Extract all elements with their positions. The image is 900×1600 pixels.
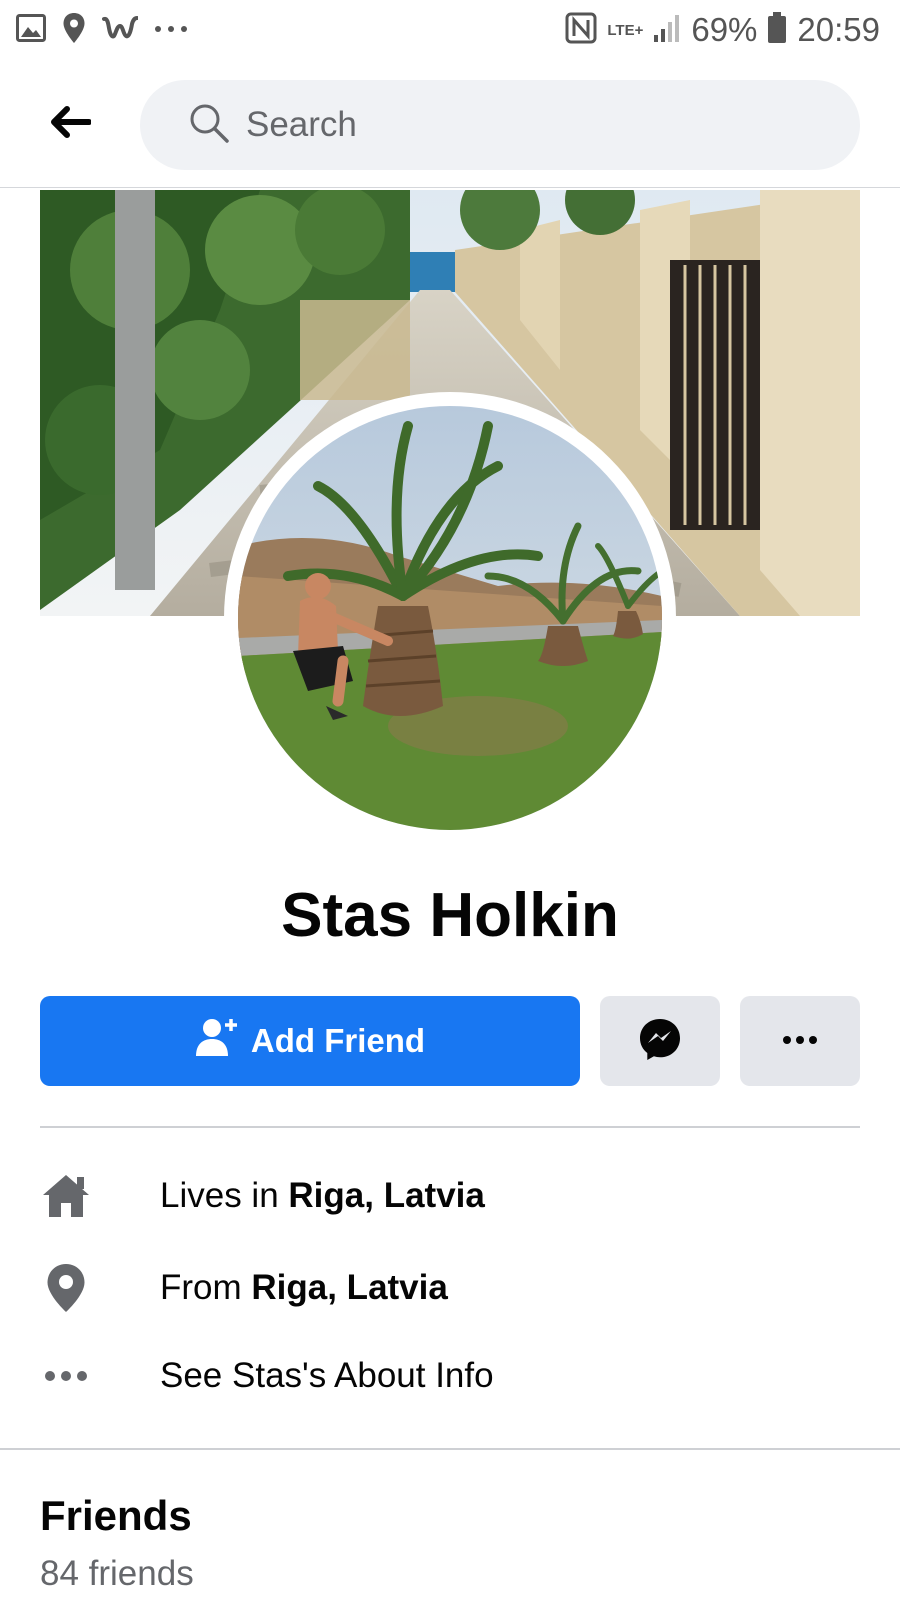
friends-count[interactable]: 84 friends <box>40 1554 194 1594</box>
gallery-icon <box>16 13 46 47</box>
search-bar[interactable] <box>140 80 860 170</box>
from-row: From Riga, Latvia <box>40 1258 860 1318</box>
back-arrow-icon <box>49 105 92 144</box>
lives-in-text: Lives in Riga, Latvia <box>160 1176 485 1215</box>
add-friend-icon <box>195 1017 237 1065</box>
section-divider <box>0 1448 900 1450</box>
add-friend-label: Add Friend <box>250 1022 426 1059</box>
status-indicators: LTE+ 69% 20:59 <box>565 8 880 52</box>
profile-picture[interactable] <box>238 406 662 830</box>
more-options-button[interactable] <box>740 996 860 1086</box>
more-dots-icon <box>783 1032 817 1050</box>
back-button[interactable] <box>40 94 100 154</box>
battery-percent: 69% <box>691 11 758 48</box>
search-input[interactable] <box>246 105 806 145</box>
more-info-icon <box>40 1350 92 1402</box>
nfc-icon <box>565 12 597 49</box>
add-friend-button[interactable]: Add Friend <box>40 996 580 1086</box>
divider <box>40 1126 860 1128</box>
about-info-row[interactable]: See Stas's About Info <box>40 1346 860 1406</box>
from-place[interactable]: Riga, Latvia <box>251 1268 447 1307</box>
about-info-link[interactable]: See Stas's About Info <box>160 1356 494 1396</box>
lives-in-row: Lives in Riga, Latvia <box>40 1166 860 1226</box>
top-nav <box>0 62 900 188</box>
message-button[interactable] <box>600 996 720 1086</box>
clock: 20:59 <box>797 11 880 48</box>
app-notification-icon <box>102 14 139 47</box>
messenger-icon <box>638 1017 682 1066</box>
lives-in-place[interactable]: Riga, Latvia <box>288 1176 484 1215</box>
signal-icon <box>653 13 681 48</box>
status-bar: LTE+ 69% 20:59 <box>0 0 900 62</box>
location-icon <box>62 12 86 49</box>
profile-name: Stas Holkin <box>281 881 619 950</box>
battery-icon <box>767 11 787 49</box>
pin-icon <box>40 1262 92 1314</box>
search-icon <box>188 102 230 149</box>
from-text: From Riga, Latvia <box>160 1268 448 1307</box>
more-notifications-icon <box>154 21 188 39</box>
network-type: LTE+ <box>607 21 644 39</box>
friends-heading: Friends <box>40 1492 192 1539</box>
status-notifications <box>16 12 188 48</box>
home-icon <box>40 1170 92 1222</box>
